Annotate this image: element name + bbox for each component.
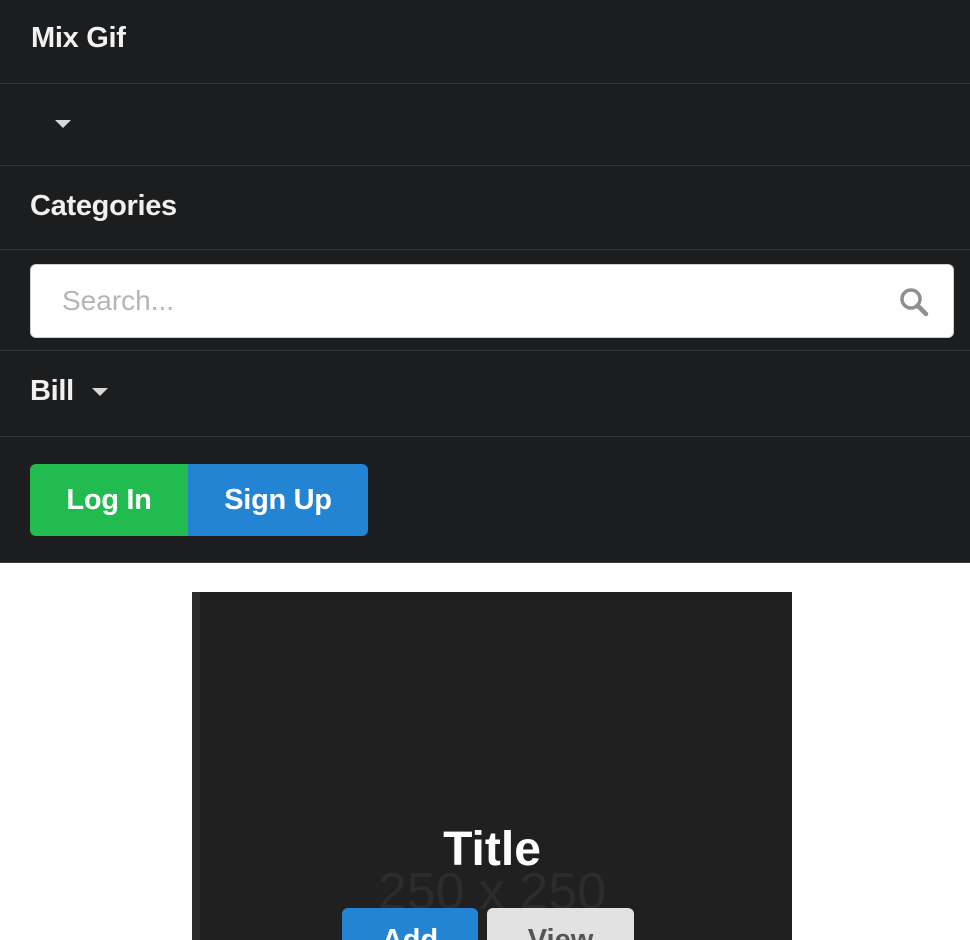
card-title: Title — [443, 823, 541, 876]
categories-row: Categories — [0, 165, 970, 249]
user-menu-label: Bill — [30, 375, 74, 407]
brand-link[interactable]: Mix Gif — [31, 22, 126, 55]
search-form — [30, 264, 954, 338]
signup-button[interactable]: Sign Up — [188, 464, 368, 536]
caret-down-icon — [55, 120, 71, 128]
navbar: Mix Gif Categories Bill Log In Sign Up — [0, 0, 970, 563]
gif-card: 250 x 250 Title Add View — [192, 592, 792, 940]
search-input[interactable] — [31, 265, 891, 337]
dropdown-row — [0, 83, 970, 165]
search-icon[interactable] — [899, 287, 929, 317]
login-button[interactable]: Log In — [30, 464, 188, 536]
add-button[interactable]: Add — [342, 908, 478, 940]
brand-row: Mix Gif — [0, 0, 970, 83]
user-menu-toggle[interactable]: Bill — [30, 375, 108, 408]
view-button[interactable]: View — [487, 908, 634, 940]
caret-down-icon — [91, 387, 108, 396]
categories-link[interactable]: Categories — [30, 190, 177, 223]
dropdown-toggle[interactable] — [40, 106, 86, 142]
user-row: Bill — [0, 350, 970, 436]
